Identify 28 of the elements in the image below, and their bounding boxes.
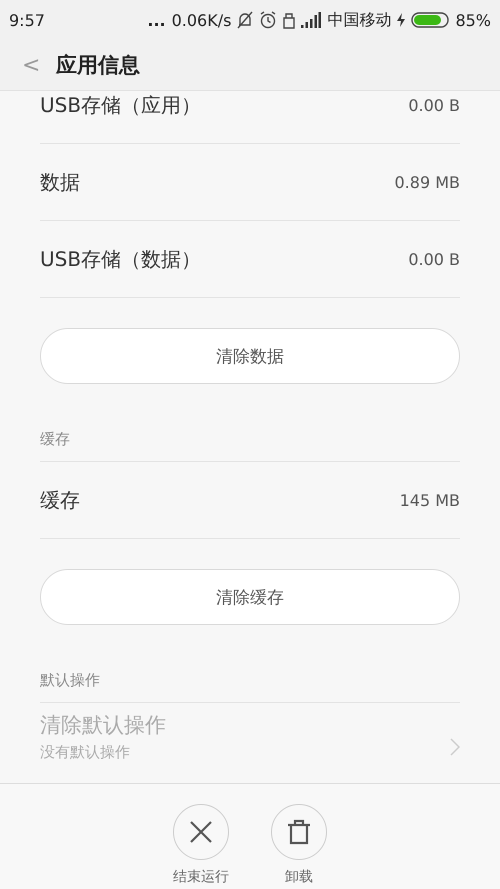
row-label: 数据 [40, 168, 80, 196]
chevron-icon [450, 738, 460, 756]
clear-button[interactable]: 清除数据 [40, 328, 460, 384]
link-subtitle: 没有默认操作 [40, 743, 131, 762]
clock: 9:57 [9, 10, 45, 30]
network-speed: 0.06K/s [172, 10, 232, 30]
row-label: 缓存 [40, 486, 80, 514]
charging-icon [397, 13, 406, 27]
section-title: 默认操作 [40, 671, 100, 690]
clear-button[interactable]: 清除缓存 [40, 569, 460, 625]
row-value: 0.89 MB [394, 172, 460, 192]
row-value: 0.00 B [408, 250, 460, 268]
row-value: 145 MB [400, 490, 460, 510]
lock-icon [283, 11, 296, 29]
section-title: 缓存 [40, 430, 70, 449]
page-title: 应用信息 [56, 52, 140, 79]
close-icon [188, 819, 214, 845]
carrier-name: 中国移动 [327, 10, 392, 30]
signal-icon [301, 12, 322, 28]
row-label: USB存储（数据） [40, 246, 202, 272]
row-value: 0.00 B [408, 96, 460, 114]
battery-percent: 85% [455, 10, 491, 30]
battery-icon [411, 12, 450, 28]
trash-icon [287, 819, 311, 845]
mute-bell-icon [237, 11, 254, 29]
row-label: USB存储（应用） [40, 92, 202, 118]
status-dots: ... [147, 10, 166, 30]
alarm-icon [259, 11, 278, 29]
